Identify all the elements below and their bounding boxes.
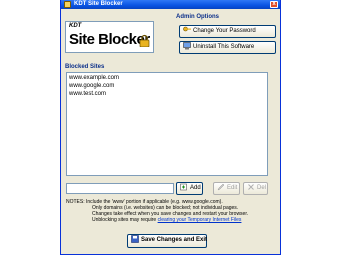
save-label: Save Changes and Exit <box>141 237 208 243</box>
pencil-icon <box>217 184 225 191</box>
edit-button[interactable]: Edit <box>213 182 240 195</box>
save-icon <box>131 235 139 244</box>
app-window: KDT Site Blocker x KDT Site Blocker Admi… <box>60 0 281 255</box>
delete-button[interactable]: Del <box>243 182 268 195</box>
change-password-label: Change Your Password <box>193 28 256 34</box>
site-input[interactable] <box>66 183 174 194</box>
notes-text: NOTES: Include the 'www' portion if appl… <box>66 199 278 223</box>
logo-main-text: Site Blocker <box>69 31 150 48</box>
add-icon <box>180 184 187 191</box>
key-icon <box>183 27 191 32</box>
close-button[interactable]: x <box>270 1 278 8</box>
list-item[interactable]: www.example.com <box>69 74 265 82</box>
blocked-sites-list[interactable]: www.example.com www.google.com www.test.… <box>66 72 268 176</box>
lock-icon <box>139 34 150 47</box>
note-line-4-prefix: Unblocking sites may require <box>92 217 158 223</box>
clear-temp-files-link[interactable]: clearing your Temporary Internet Files <box>158 217 242 223</box>
computer-icon <box>183 42 191 50</box>
uninstall-button[interactable]: Uninstall This Software <box>179 41 276 54</box>
title-bar[interactable]: KDT Site Blocker x <box>61 0 280 9</box>
admin-options-title: Admin Options <box>176 14 219 20</box>
delete-label: Del <box>257 185 267 191</box>
note-line-4: Unblocking sites may require clearing yo… <box>66 217 278 223</box>
window-title: KDT Site Blocker <box>74 1 123 7</box>
list-item[interactable]: www.test.com <box>69 90 265 98</box>
logo: KDT Site Blocker <box>65 21 154 53</box>
edit-label: Edit <box>227 185 238 191</box>
change-password-button[interactable]: Change Your Password <box>179 25 276 38</box>
blocked-sites-title: Blocked Sites <box>65 64 105 70</box>
logo-small-text: KDT <box>69 23 82 29</box>
app-icon <box>64 1 71 8</box>
delete-icon <box>248 184 254 191</box>
save-and-exit-button[interactable]: Save Changes and Exit <box>127 234 207 248</box>
add-label: Add <box>190 185 201 191</box>
uninstall-label: Uninstall This Software <box>193 44 255 50</box>
add-button[interactable]: Add <box>176 182 203 195</box>
list-item[interactable]: www.google.com <box>69 82 265 90</box>
